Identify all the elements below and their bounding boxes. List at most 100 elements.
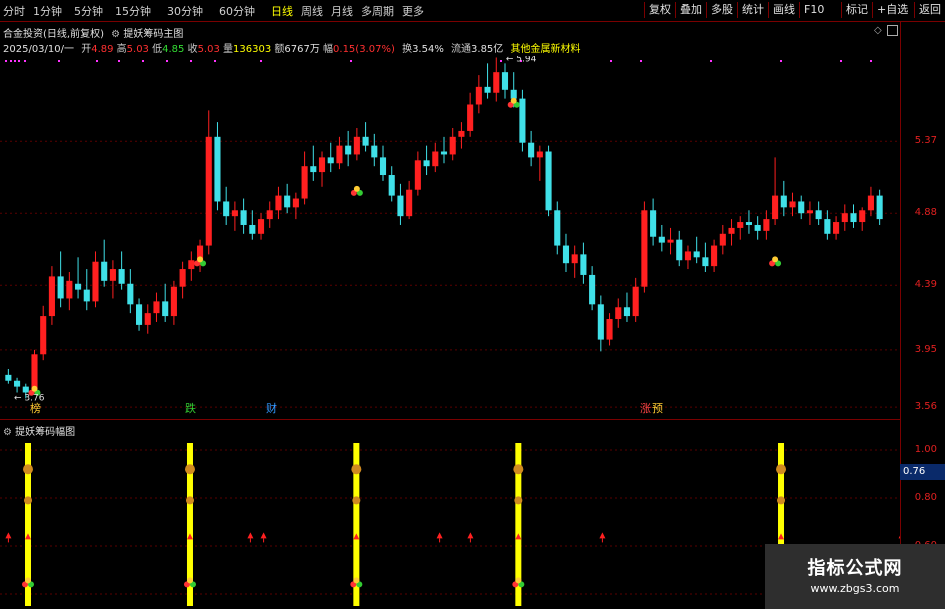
toolbar-button-8[interactable]: 返回 bbox=[914, 2, 945, 18]
candle bbox=[676, 230, 683, 267]
period-3[interactable]: 15分钟 bbox=[115, 3, 151, 19]
candle-body bbox=[815, 210, 822, 220]
candle bbox=[833, 216, 840, 240]
candle-body bbox=[876, 195, 883, 220]
candle bbox=[589, 266, 596, 311]
marker-dot bbox=[260, 60, 262, 62]
change-value: 0.15(3.07%) bbox=[333, 44, 395, 55]
indicator-gear-icon[interactable]: ⚙ bbox=[111, 29, 120, 40]
candle-body bbox=[841, 213, 848, 223]
period-10[interactable]: 更多 bbox=[402, 3, 424, 19]
candle-body bbox=[231, 210, 238, 217]
sector-name[interactable]: 其他金属新材料 bbox=[510, 44, 580, 55]
candle bbox=[772, 157, 779, 225]
candle bbox=[562, 233, 570, 272]
candle bbox=[397, 183, 404, 225]
candle bbox=[249, 210, 256, 240]
candle-body bbox=[136, 304, 143, 325]
candle-body bbox=[519, 98, 526, 143]
candle-body bbox=[257, 219, 265, 234]
candle bbox=[493, 57, 500, 102]
candle-body bbox=[763, 219, 770, 231]
candle-body bbox=[266, 210, 273, 220]
toolbar-button-3[interactable]: 统计 bbox=[737, 2, 768, 18]
panel-toggle-icon[interactable] bbox=[887, 25, 898, 36]
toolbar-button-0[interactable]: 复权 bbox=[644, 2, 675, 18]
candle-body bbox=[14, 380, 21, 387]
toolbar-button-6[interactable]: 标记 bbox=[841, 2, 872, 18]
stock-name: 合金投资(日线,前复权) bbox=[3, 29, 104, 40]
up-arrow-icon bbox=[247, 532, 254, 539]
candle bbox=[318, 151, 326, 187]
event-tag: 涨 bbox=[640, 402, 651, 415]
period-7[interactable]: 周线 bbox=[301, 3, 323, 19]
stock-chart-window: 分时 1分钟 5分钟 15分钟 30分钟 60分钟 日线 周线 月线 多周期 更多 返回 +自选 标记 F1… bbox=[0, 0, 945, 609]
candle-body bbox=[379, 157, 387, 176]
candle bbox=[83, 269, 90, 311]
period-9[interactable]: 多周期 bbox=[361, 3, 394, 19]
candle bbox=[223, 186, 230, 225]
candle bbox=[205, 110, 212, 255]
candle bbox=[536, 145, 543, 181]
candle-body bbox=[510, 89, 517, 99]
candle bbox=[214, 122, 221, 211]
marker-dot bbox=[58, 60, 60, 62]
toolbar-button-5[interactable]: F10 bbox=[799, 2, 828, 18]
watermark-url: www.zbgs3.com bbox=[810, 582, 900, 595]
up-arrow-icon bbox=[898, 535, 900, 539]
watermark: 指标公式网 www.zbgs3.com bbox=[765, 544, 945, 609]
sub-indicator-name[interactable]: 提妖筹码幅图 bbox=[15, 427, 75, 438]
candle bbox=[641, 201, 648, 293]
candle-body bbox=[440, 151, 448, 155]
period-1[interactable]: 1分钟 bbox=[33, 3, 62, 19]
candle bbox=[231, 201, 238, 231]
toolbar-button-1[interactable]: 叠加 bbox=[675, 2, 706, 18]
toolbar-button-2[interactable]: 多股 bbox=[706, 2, 737, 18]
candle-body bbox=[458, 130, 465, 137]
high-value: 5.03 bbox=[126, 44, 149, 55]
candle bbox=[179, 261, 186, 299]
period-2[interactable]: 5分钟 bbox=[74, 3, 103, 19]
toolbar-button-7[interactable]: +自选 bbox=[872, 2, 912, 18]
main-indicator-name[interactable]: 提妖筹码主图 bbox=[123, 29, 183, 40]
candle-body bbox=[850, 213, 857, 223]
candle-body bbox=[284, 195, 291, 208]
sub-indicator-gear-icon[interactable]: ⚙ bbox=[3, 427, 12, 438]
candle-body bbox=[275, 195, 282, 211]
period-4[interactable]: 30分钟 bbox=[167, 3, 203, 19]
period-5[interactable]: 60分钟 bbox=[219, 3, 255, 19]
candle-body bbox=[833, 222, 840, 234]
candle bbox=[92, 251, 99, 308]
candle bbox=[458, 122, 465, 149]
candle-body bbox=[780, 195, 787, 208]
candle-body bbox=[249, 224, 256, 234]
candle-body bbox=[223, 201, 230, 217]
period-6[interactable]: 日线 bbox=[271, 3, 293, 19]
candle-body bbox=[754, 224, 761, 231]
sub-tick-label: 1.00 bbox=[914, 444, 937, 455]
candle bbox=[240, 198, 247, 234]
candle bbox=[789, 192, 796, 217]
candle-body bbox=[667, 239, 674, 243]
candle bbox=[798, 195, 805, 220]
period-8[interactable]: 月线 bbox=[331, 3, 353, 19]
candle-body bbox=[109, 269, 116, 281]
period-0[interactable]: 分时 bbox=[3, 3, 25, 19]
event-tag: 财 bbox=[266, 401, 277, 415]
candle-body bbox=[484, 86, 491, 93]
candle bbox=[196, 239, 204, 272]
diamond-icon[interactable]: ◇ bbox=[874, 25, 882, 36]
candle bbox=[284, 183, 291, 214]
float-label: 流通 bbox=[451, 44, 472, 55]
toolbar-button-4[interactable]: 画线 bbox=[768, 2, 799, 18]
chip-icon bbox=[510, 97, 517, 104]
marker-dot bbox=[610, 60, 612, 62]
candle bbox=[667, 227, 674, 255]
candle bbox=[859, 207, 866, 231]
candlestick-chart[interactable]: ← 5.94← 3.76榜跌财涨预 bbox=[0, 56, 900, 416]
candle bbox=[780, 180, 787, 217]
candle-body bbox=[22, 386, 29, 393]
sub-tick-label: 0.80 bbox=[914, 492, 937, 503]
marker-dot bbox=[710, 60, 712, 62]
candle-body bbox=[597, 304, 604, 340]
